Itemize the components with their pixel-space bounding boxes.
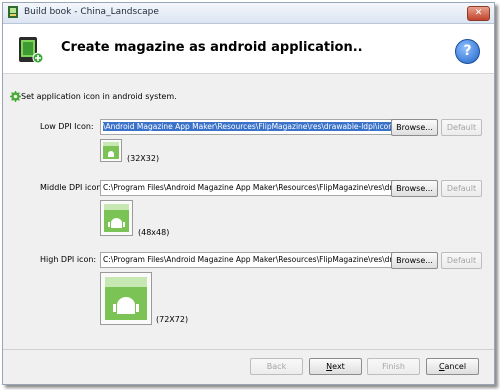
- high-dpi-default-button[interactable]: Default: [441, 252, 482, 269]
- high-dpi-size: (72X72): [156, 315, 189, 324]
- middle-dpi-path-input[interactable]: C:\Program Files\Android Magazine App Ma…: [100, 180, 392, 196]
- high-dpi-browse-button[interactable]: Browse...: [391, 252, 438, 269]
- middle-dpi-default-button[interactable]: Default: [441, 180, 482, 197]
- footer-divider: [3, 349, 494, 350]
- high-dpi-preview: [100, 272, 152, 325]
- gear-icon: [10, 91, 21, 102]
- back-button[interactable]: Back: [250, 358, 303, 375]
- help-button[interactable]: ?: [455, 39, 480, 64]
- cancel-label: ancel: [444, 362, 467, 371]
- android-robot-icon: [103, 142, 119, 159]
- middle-dpi-preview: [100, 200, 133, 236]
- phone-book-icon: [19, 37, 43, 64]
- section-label: Set application icon in android system.: [21, 92, 177, 101]
- low-dpi-path-input[interactable]: \Android Magazine App Maker\Resources\Fl…: [100, 119, 392, 135]
- low-dpi-browse-button[interactable]: Browse...: [391, 119, 438, 136]
- low-dpi-default-button[interactable]: Default: [441, 119, 482, 136]
- high-dpi-path-text: C:\Program Files\Android Magazine App Ma…: [103, 255, 392, 264]
- high-dpi-label: High DPI icon:: [40, 255, 97, 264]
- build-book-icon: [8, 6, 18, 18]
- wizard-header: Create magazine as android application..…: [3, 24, 494, 74]
- help-icon: ?: [463, 43, 472, 59]
- low-dpi-path-text: \Android Magazine App Maker\Resources\Fl…: [103, 122, 391, 131]
- middle-dpi-label: Middle DPI icon:: [40, 183, 105, 192]
- next-label: ext: [332, 362, 345, 371]
- finish-button[interactable]: Finish: [367, 358, 420, 375]
- next-button[interactable]: Next: [309, 358, 362, 375]
- low-dpi-label: Low DPI Icon:: [40, 122, 94, 131]
- build-book-dialog: Build book - China_Landscape ✕ Create ma…: [2, 2, 495, 385]
- android-robot-icon: [104, 204, 129, 232]
- page-title: Create magazine as android application..: [61, 40, 363, 55]
- low-dpi-size: (32X32): [127, 154, 160, 163]
- middle-dpi-size: (48x48): [138, 228, 170, 237]
- middle-dpi-browse-button[interactable]: Browse...: [391, 180, 438, 197]
- cancel-button[interactable]: Cancel: [426, 358, 479, 375]
- window-title: Build book - China_Landscape: [24, 7, 159, 17]
- android-robot-icon: [105, 277, 147, 320]
- middle-dpi-path-text: C:\Program Files\Android Magazine App Ma…: [103, 183, 392, 192]
- low-dpi-preview: [100, 139, 122, 162]
- close-button[interactable]: ✕: [467, 6, 490, 21]
- close-icon: ✕: [474, 8, 483, 18]
- title-bar: Build book - China_Landscape ✕: [3, 3, 494, 24]
- high-dpi-path-input[interactable]: C:\Program Files\Android Magazine App Ma…: [100, 252, 392, 268]
